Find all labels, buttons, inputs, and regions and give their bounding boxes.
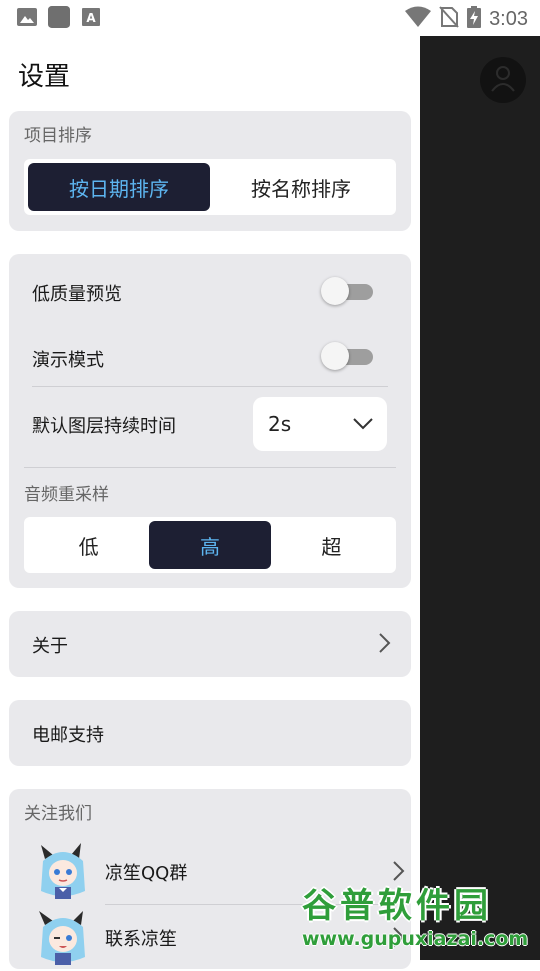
user-icon	[488, 63, 518, 97]
layer-duration-value: 2s	[268, 412, 292, 436]
follow-label: 关注我们	[24, 804, 92, 824]
anime-avatar-icon	[33, 841, 93, 901]
about-row[interactable]: 关于	[9, 611, 411, 677]
low-quality-preview-label: 低质量预览	[32, 284, 122, 305]
demo-mode-label: 演示模式	[32, 350, 104, 371]
svg-text:A: A	[86, 11, 96, 25]
toggle-knob	[321, 277, 349, 305]
sort-card: 项目排序 按日期排序 按名称排序	[9, 111, 411, 231]
settings-card: 低质量预览 演示模式 默认图层持续时间 2s 音频重采样 低 高 超	[9, 254, 411, 588]
watermark-url: www.gupuxiazai.com	[302, 928, 529, 950]
scrim-overlay[interactable]	[420, 36, 540, 960]
resample-label: 音频重采样	[24, 485, 109, 505]
settings-drawer: 设置 项目排序 按日期排序 按名称排序 低质量预览 演示模式 默认图层持续时间 …	[0, 36, 420, 969]
settings-divider	[24, 467, 396, 468]
layer-duration-select[interactable]: 2s	[253, 397, 387, 451]
sort-segmented-control: 按日期排序 按名称排序	[24, 159, 396, 215]
follow-item-name: 联系凉笙	[105, 929, 177, 950]
low-quality-preview-toggle[interactable]	[321, 277, 373, 305]
battery-charging-icon	[467, 6, 482, 32]
email-support-row[interactable]: 电邮支持	[9, 700, 411, 766]
wifi-icon	[405, 6, 432, 32]
settings-divider	[32, 386, 388, 387]
app-square-icon	[48, 6, 70, 28]
layer-duration-label: 默认图层持续时间	[32, 416, 176, 437]
anime-avatar-icon	[33, 907, 93, 967]
follow-item-name: 凉笙QQ群	[105, 863, 188, 884]
toggle-knob	[321, 342, 349, 370]
page-title: 设置	[18, 62, 71, 92]
gallery-icon	[16, 6, 38, 28]
sort-by-date-option[interactable]: 按日期排序	[28, 163, 210, 211]
resample-low-option[interactable]: 低	[28, 521, 149, 569]
chevron-down-icon	[353, 415, 373, 434]
status-bar: A 3:03	[0, 0, 540, 36]
sort-by-name-option[interactable]: 按名称排序	[210, 163, 392, 211]
resample-ultra-option[interactable]: 超	[271, 521, 392, 569]
sort-label: 项目排序	[24, 126, 92, 146]
font-icon: A	[80, 6, 102, 28]
profile-avatar[interactable]	[480, 57, 526, 103]
resample-segmented-control: 低 高 超	[24, 517, 396, 573]
chevron-right-icon	[379, 633, 391, 657]
email-support-label: 电邮支持	[32, 725, 104, 746]
status-time: 3:03	[489, 7, 528, 30]
demo-mode-toggle[interactable]	[321, 342, 373, 370]
resample-high-option[interactable]: 高	[149, 521, 271, 569]
no-sim-icon	[439, 6, 459, 32]
site-watermark: 谷普软件园 www.gupuxiazai.com	[296, 876, 540, 960]
about-label: 关于	[32, 636, 68, 657]
watermark-title: 谷普软件园	[302, 886, 492, 926]
